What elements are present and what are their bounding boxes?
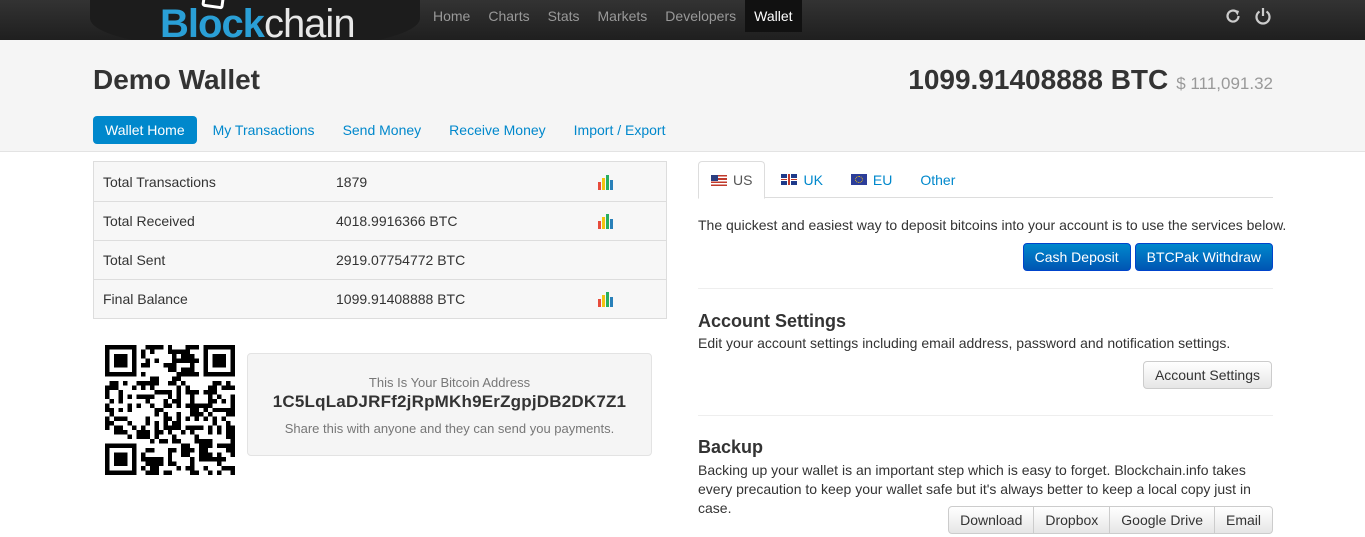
tab-receive-money[interactable]: Receive Money: [437, 116, 558, 144]
tab-us[interactable]: US: [698, 161, 766, 199]
backup-title: Backup: [698, 437, 764, 457]
bitcoin-address-box: This Is Your Bitcoin Address 1C5LqLaDJRF…: [247, 353, 652, 456]
top-navbar: Blo ckchain Home Charts Stats Markets Dev…: [0, 0, 1365, 48]
nav-markets[interactable]: Markets: [589, 0, 657, 32]
nav-stats[interactable]: Stats: [539, 0, 589, 32]
tab-label: Other: [920, 171, 956, 188]
qr-code: [105, 345, 235, 475]
tab-import-export[interactable]: Import / Export: [562, 116, 678, 144]
google-drive-button[interactable]: Google Drive: [1109, 506, 1215, 534]
bitcoin-address[interactable]: 1C5LqLaDJRFf2jRpMKh9ErZgpjDB2DK7Z1: [248, 392, 651, 412]
tab-my-transactions[interactable]: My Transactions: [201, 116, 327, 144]
backup-button-group: Download Dropbox Google Drive Email: [948, 506, 1273, 534]
table-row: Total Transactions 1879: [94, 162, 666, 201]
deposit-description: The quickest and easiest way to deposit …: [698, 217, 1287, 233]
tab-wallet-home[interactable]: Wallet Home: [93, 116, 197, 144]
stat-value: 1879: [336, 173, 368, 190]
stat-label: Total Received: [103, 213, 195, 229]
eu-flag-icon: [850, 174, 867, 185]
tab-label: UK: [803, 171, 823, 188]
tab-label: EU: [872, 171, 893, 188]
stat-value: 4018.9916366 BTC: [336, 213, 458, 229]
stat-label: Total Transactions: [103, 173, 216, 190]
nav-charts[interactable]: Charts: [479, 0, 538, 32]
download-button[interactable]: Download: [948, 506, 1035, 534]
stat-label: Total Sent: [103, 252, 166, 268]
bar-chart-icon[interactable]: [598, 174, 616, 190]
nav-icons: [1223, 6, 1273, 26]
dropbox-button[interactable]: Dropbox: [1033, 506, 1111, 534]
wallet-subnav: Wallet Home My Transactions Send Money R…: [93, 116, 677, 144]
refresh-icon[interactable]: [1223, 6, 1243, 26]
table-row: Total Sent 2919.07754772 BTC: [94, 240, 666, 279]
email-button[interactable]: Email: [1213, 506, 1273, 534]
nav-home[interactable]: Home: [424, 0, 479, 32]
address-label: This Is Your Bitcoin Address: [368, 375, 531, 390]
wallet-balance[interactable]: 1099.91408888 BTC $ 111,091.32: [908, 64, 1273, 96]
stat-value: 2919.07754772 BTC: [336, 252, 466, 268]
divider: [698, 288, 1273, 289]
wallet-header: Demo Wallet 1099.91408888 BTC $ 111,091.…: [0, 40, 1365, 152]
bar-chart-icon[interactable]: [598, 291, 616, 307]
bar-chart-icon[interactable]: [598, 213, 616, 229]
wallet-stats-table: Total Transactions 1879 Total Received 4…: [93, 161, 667, 319]
account-settings-title: Account Settings: [698, 311, 847, 331]
nav-wallet[interactable]: Wallet: [745, 0, 802, 32]
balance-usd: $ 111,091.32: [1176, 74, 1273, 93]
account-settings-text: Edit your account settings including ema…: [698, 335, 1231, 351]
us-flag-icon: [711, 174, 727, 186]
balance-btc: 1099.91408888 BTC: [908, 64, 1169, 95]
tab-other[interactable]: Other: [908, 161, 967, 198]
account-settings-button[interactable]: Account Settings: [1142, 361, 1272, 389]
uk-flag-icon: [781, 174, 798, 185]
nav-developers[interactable]: Developers: [656, 0, 745, 32]
tab-eu[interactable]: EU: [839, 161, 904, 198]
table-row: Final Balance 1099.91408888 BTC: [94, 279, 666, 318]
stat-value: 1099.91408888 BTC: [336, 291, 466, 307]
deposit-region-tabs: US UK EU Other: [698, 161, 1273, 199]
main-nav: Home Charts Stats Markets Developers Wal…: [424, 0, 802, 32]
table-row: Total Received 4018.9916366 BTC: [94, 201, 666, 240]
address-hint: Share this with anyone and they can send…: [284, 421, 615, 436]
tab-send-money[interactable]: Send Money: [331, 116, 434, 144]
divider: [698, 415, 1273, 416]
page-title: Demo Wallet: [93, 64, 260, 95]
tab-uk[interactable]: UK: [769, 161, 834, 198]
btcpak-withdraw-button[interactable]: BTCPak Withdraw: [1134, 243, 1273, 271]
stat-label: Final Balance: [103, 291, 188, 307]
deposit-buttons: Cash Deposit BTCPak Withdraw: [1022, 243, 1273, 271]
cash-deposit-button[interactable]: Cash Deposit: [1022, 243, 1131, 271]
tab-label: US: [733, 172, 753, 188]
power-icon[interactable]: [1253, 6, 1273, 26]
